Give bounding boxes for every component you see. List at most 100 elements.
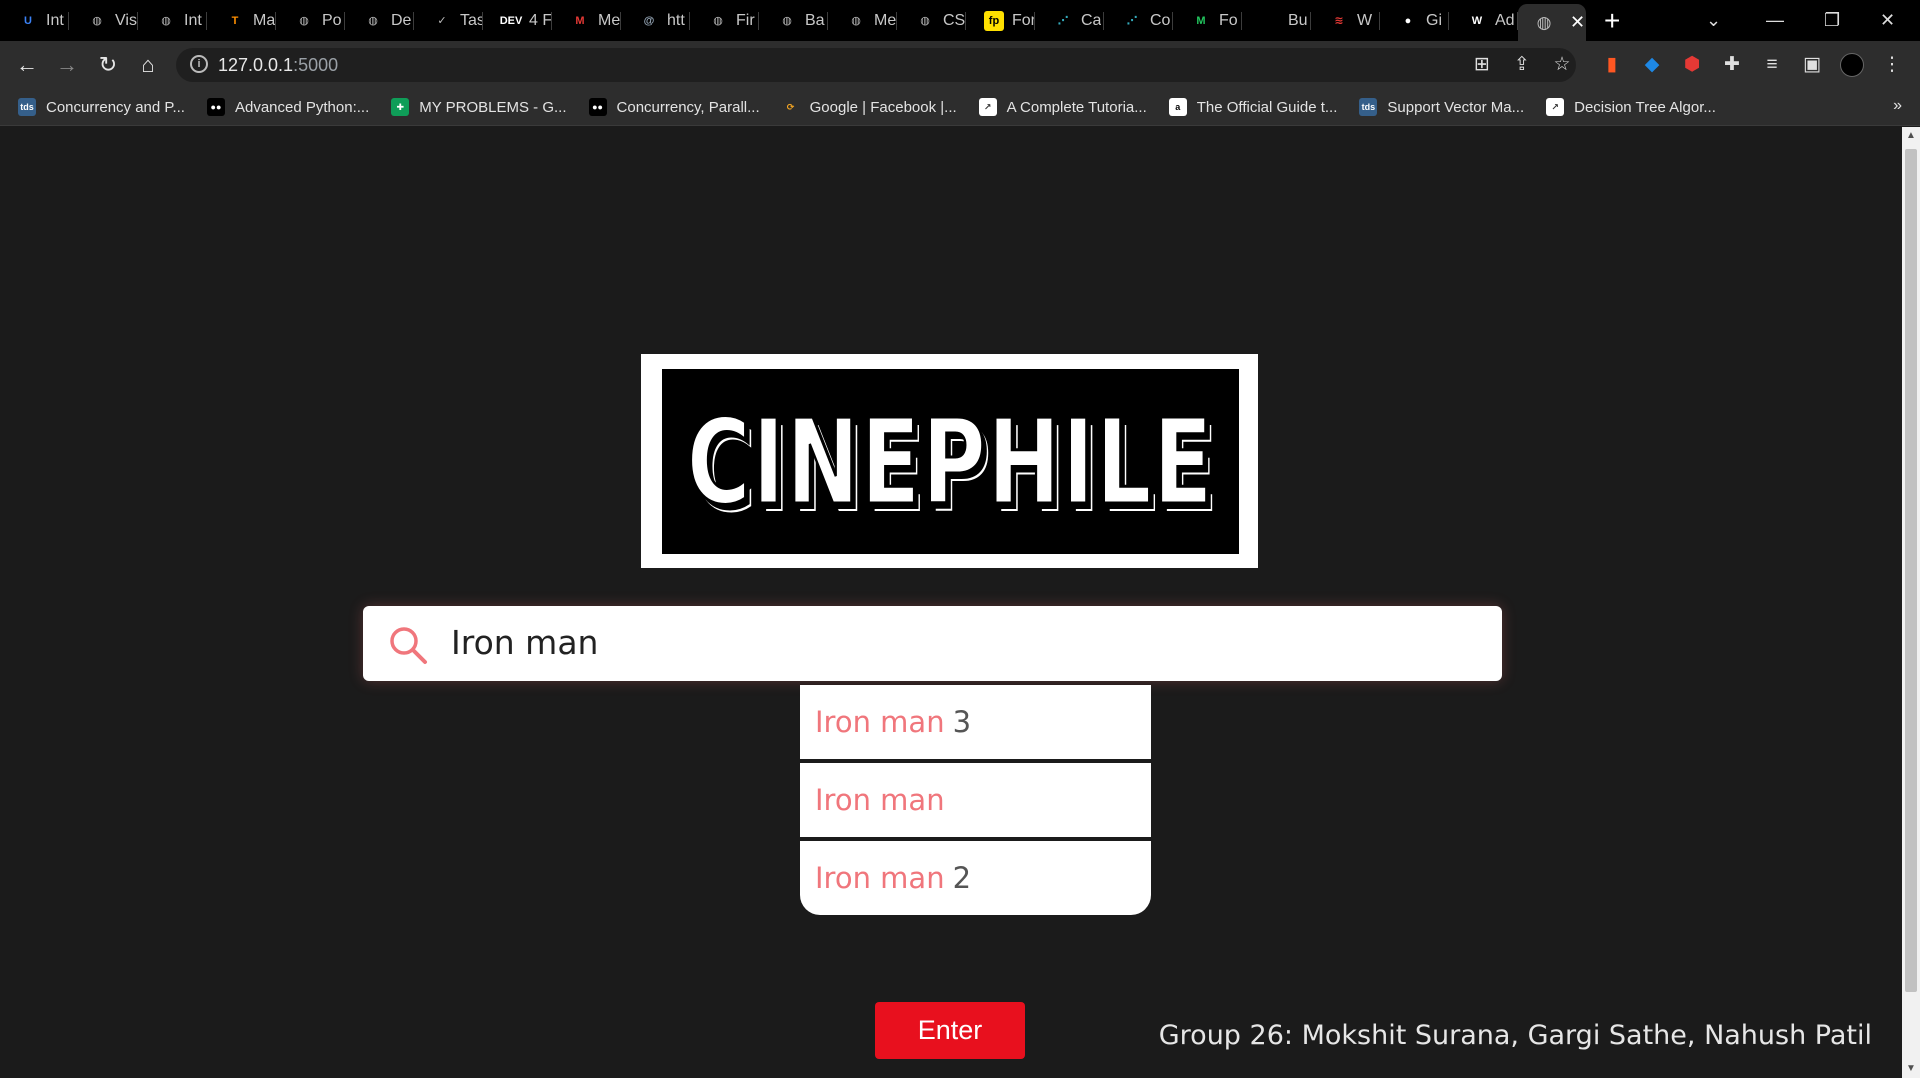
bookmark-star-icon[interactable]: ☆ — [1550, 53, 1574, 77]
sheets-icon: ✚ — [391, 98, 410, 116]
m-logo-icon: M — [1196, 14, 1206, 27]
reload-button[interactable]: ↻ — [96, 53, 120, 77]
tab-title: Gi — [1426, 11, 1442, 29]
close-window-button[interactable]: ✕ — [1880, 0, 1895, 41]
tab-title: Ca — [1081, 11, 1102, 29]
tab[interactable]: U Int — [0, 0, 69, 41]
forward-button[interactable]: → — [55, 53, 79, 77]
tab-search-icon[interactable]: ⌄ — [1706, 0, 1721, 41]
search-box[interactable]: Iron man — [363, 606, 1502, 681]
tab[interactable]: M Me — [552, 0, 621, 41]
leetcode-icon: ⟳ — [786, 101, 795, 112]
tab[interactable]: ◍ De — [345, 0, 414, 41]
suggestion-match: Iron man — [815, 705, 945, 739]
tab[interactable]: ◍ Fir — [690, 0, 759, 41]
suggestion-item[interactable]: Iron man 2 — [800, 841, 1151, 915]
tab[interactable]: T Ma — [207, 0, 276, 41]
restore-button[interactable]: ❐ — [1824, 0, 1840, 41]
avatar[interactable] — [1840, 53, 1864, 77]
browser-toolbar: ← → ↻ ⌂ i 127.0.0.1:5000 ⊞ ⇪ ☆ ▮ ◆ ⬢ ✚ ≡… — [0, 41, 1920, 89]
tab[interactable]: Bu — [1242, 0, 1311, 41]
scroll-down-icon[interactable]: ▼ — [1902, 1060, 1920, 1078]
bookmark-item[interactable]: ⟳ Google | Facebook |... — [782, 98, 957, 116]
back-button[interactable]: ← — [15, 53, 39, 77]
tab-title: Ad — [1495, 11, 1515, 29]
tab[interactable]: @ htt — [621, 0, 690, 41]
scrollbar[interactable]: ▲ ▼ — [1902, 127, 1920, 1078]
site-info-icon[interactable]: i — [190, 55, 208, 73]
tab[interactable]: DEV 4 F — [483, 0, 552, 41]
blank-icon — [1260, 11, 1280, 31]
bookmark-item[interactable]: a The Official Guide t... — [1168, 98, 1337, 116]
tensorflow-icon: T — [231, 14, 239, 27]
tab-title: For — [1012, 11, 1035, 29]
adblock-icon[interactable]: ⬢ — [1680, 53, 1704, 77]
bookmark-item[interactable]: ●● Advanced Python:... — [206, 98, 369, 116]
globe-icon: ◍ — [713, 15, 723, 27]
wikipedia-icon: W — [1471, 14, 1483, 27]
tab[interactable]: ✓ Tas — [414, 0, 483, 41]
media-queue-icon[interactable]: ≡ — [1760, 53, 1784, 77]
bookmark-item[interactable]: ✚ MY PROBLEMS - G... — [391, 98, 567, 116]
extension-icon[interactable]: ▮ — [1600, 53, 1624, 77]
tab[interactable]: ● Gi — [1380, 0, 1449, 41]
tab[interactable]: ◍ Vis — [69, 0, 138, 41]
scroll-up-icon[interactable]: ▲ — [1902, 127, 1920, 145]
new-tab-button[interactable]: + — [1604, 6, 1620, 35]
u-logo-icon: U — [24, 14, 32, 27]
tab[interactable]: ◍ CS — [897, 0, 966, 41]
tab[interactable]: ◍ Po — [276, 0, 345, 41]
more-bookmarks-icon[interactable]: » — [1893, 97, 1902, 115]
tab-title: 4 F — [529, 11, 552, 29]
menu-icon[interactable]: ⋮ — [1880, 53, 1904, 77]
bookmark-item[interactable]: tds Concurrency and P... — [18, 98, 185, 116]
tab[interactable]: ◍ Ba — [759, 0, 828, 41]
logo-background: CINEPHILE — [662, 369, 1239, 554]
address-bar[interactable]: i 127.0.0.1:5000 — [176, 48, 1576, 82]
suggestion-item[interactable]: Iron man — [800, 763, 1151, 837]
tab[interactable]: ≋ W — [1311, 0, 1380, 41]
suggestion-item[interactable]: Iron man 3 — [800, 685, 1151, 759]
tab-title: Int — [184, 11, 202, 29]
tab[interactable]: ⋰ Ca — [1035, 0, 1104, 41]
extension-icon[interactable]: ◆ — [1640, 53, 1664, 77]
search-input[interactable]: Iron man — [451, 623, 598, 662]
bookmark-item[interactable]: ↗ A Complete Tutoria... — [978, 98, 1147, 116]
tab-title: htt — [667, 11, 685, 29]
tds-icon: tds — [1359, 98, 1378, 116]
tab[interactable]: ◍ Me — [828, 0, 897, 41]
home-button[interactable]: ⌂ — [136, 53, 160, 77]
bookmark-item[interactable]: ●● Concurrency, Parall... — [588, 98, 760, 116]
dev-icon: DEV — [499, 14, 523, 27]
cinephile-logo: CINEPHILE — [641, 354, 1258, 568]
minimize-button[interactable]: — — [1766, 0, 1784, 41]
tab-active[interactable]: ◍ ✕ — [1518, 4, 1586, 41]
close-tab-icon[interactable]: ✕ — [1570, 12, 1585, 33]
suggestion-rest: 2 — [952, 861, 972, 895]
bookmark-label: A Complete Tutoria... — [1006, 98, 1147, 116]
tab[interactable]: M Fo — [1173, 0, 1242, 41]
medium-icon: ●● — [588, 98, 607, 116]
extensions-puzzle-icon[interactable]: ✚ — [1720, 53, 1744, 77]
tds-icon: tds — [18, 98, 36, 116]
tab-title: Ma — [253, 11, 276, 29]
tab[interactable]: W Ad — [1449, 0, 1518, 41]
graph-icon: ⋰ — [1126, 15, 1138, 27]
side-panel-icon[interactable]: ▣ — [1800, 53, 1824, 77]
tab[interactable]: ◍ Int — [138, 0, 207, 41]
scrollbar-thumb[interactable] — [1905, 149, 1917, 992]
bookmark-item[interactable]: tds Support Vector Ma... — [1359, 98, 1524, 116]
tab[interactable]: ⋰ Co — [1104, 0, 1173, 41]
enter-button[interactable]: Enter — [875, 1002, 1025, 1059]
share-icon[interactable]: ⇪ — [1510, 53, 1534, 77]
tab[interactable]: fp For — [966, 0, 1035, 41]
globe-icon: ◍ — [92, 15, 102, 27]
bookmarks-bar: tds Concurrency and P... ●● Advanced Python… — [0, 89, 1920, 126]
tab-title: Fir — [736, 11, 755, 29]
suggestion-list: Iron man 3 Iron man Iron man 2 — [800, 685, 1151, 915]
bookmark-label: Google | Facebook |... — [809, 98, 957, 116]
translate-icon[interactable]: ⊞ — [1470, 53, 1494, 77]
url-text: 127.0.0.1:5000 — [218, 55, 339, 75]
at-icon: @ — [643, 14, 655, 27]
bookmark-item[interactable]: ↗ Decision Tree Algor... — [1546, 98, 1716, 116]
